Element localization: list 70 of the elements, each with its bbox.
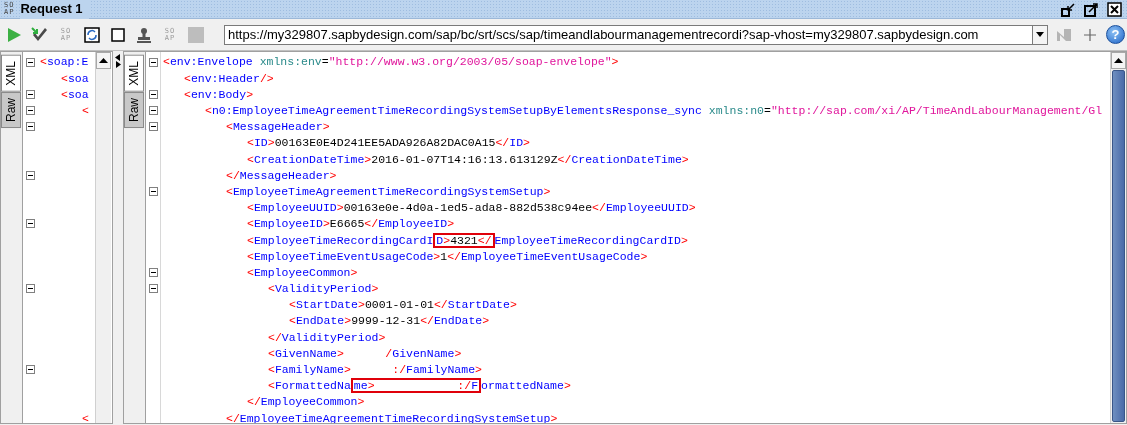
code-text: <soa (61, 70, 89, 87)
scrollbar[interactable] (1110, 52, 1126, 423)
scrollbar[interactable] (95, 52, 111, 423)
collapse-icon[interactable] (148, 57, 158, 67)
collapse-icon[interactable] (25, 106, 35, 116)
scrollbar-thumb[interactable] (1112, 70, 1125, 422)
side-tab[interactable]: XML (1, 55, 21, 92)
caret-icon[interactable] (1036, 32, 1044, 37)
collapse-icon[interactable] (148, 284, 158, 294)
code-text: < (82, 410, 89, 423)
scroll-up-button[interactable] (96, 52, 111, 69)
collapse-icon[interactable] (25, 122, 35, 132)
code-text: </EmployeeCommon> (247, 394, 365, 411)
code-text: ormattedName> (481, 378, 571, 395)
collapse-icon[interactable] (148, 268, 158, 278)
side-tab[interactable]: Raw (124, 91, 144, 128)
side-tab[interactable]: Raw (1, 91, 21, 128)
code-text: <EmployeeTimeAgreementTimeRecordingSystemSetup> (226, 183, 551, 200)
code-text: EmployeeTimeRecordingCardID> (494, 232, 688, 249)
code-text: <GivenName> /GivenName> (268, 345, 462, 362)
stamp-icon[interactable] (136, 26, 152, 43)
side-tab[interactable]: XML (124, 55, 144, 92)
code-text: <MessageHeader> (226, 119, 330, 136)
scroll-up-button[interactable] (1111, 52, 1126, 69)
code-text: </ValidityPeriod> (268, 329, 386, 346)
code-text: <EmployeeTimeEventUsageCode>1</EmployeeTimeEventUsageCode> (247, 248, 648, 265)
code-text: <EmployeeUUID>00163e0e-4d0a-1ed5-ada8-882d538c94ee</EmployeeUUID> (247, 200, 696, 217)
splitter-arrows-icon[interactable] (114, 54, 122, 68)
code-text: < (82, 103, 89, 120)
code-text: <EndDate>9999-12-31</EndDate> (289, 313, 490, 330)
code-text: <FamilyName> :/FamilyName> (268, 362, 482, 379)
collapse-icon[interactable] (25, 57, 35, 67)
check-icon[interactable] (31, 26, 49, 43)
refresh-icon[interactable] (84, 26, 100, 43)
code-text: <n0:EmployeeTimeAgreementTimeRecordingSystemSetupByElementsResponse_sync xmlns:n0="http://sap.com/xi/AP/TimeAndLabourManagement/Gl (205, 103, 1103, 120)
code-text: <EmployeeCommon> (247, 264, 358, 281)
code-text: <FormattedNa (268, 378, 351, 395)
code-text: <soap:E (40, 54, 89, 71)
code-text: <env:Body> (184, 86, 254, 103)
close-button[interactable] (1106, 0, 1123, 18)
code-text: </MessageHeader> (226, 167, 337, 184)
url-field[interactable]: https://my329807.sapbydesign.com/sap/bc/srt/scs/sap/timeandlabourmanagementrecordi?sap-vhost=my329807.sapbydesign.com (224, 24, 1033, 45)
code-text: <ID>00163E0E4D241EE5ADA926A82DAC0A15</ID> (247, 135, 530, 152)
collapse-icon[interactable] (148, 106, 158, 116)
maximize-button[interactable] (1083, 0, 1100, 18)
window-title: Request 1 (20, 0, 89, 19)
collapse-icon[interactable] (148, 187, 158, 197)
code-text: <EmployeeTimeRecordingCardI (247, 232, 434, 249)
arrow-up-icon[interactable] (99, 58, 108, 63)
code-text: <soa (61, 86, 89, 103)
checkbox-icon[interactable] (110, 26, 126, 43)
code-text: <EmployeeID>E6665</EmployeeID> (247, 216, 455, 233)
code-text: <StartDate>0001-01-01</StartDate> (289, 297, 517, 314)
collapse-icon[interactable] (148, 89, 158, 99)
highlighted-code: me> :/F (350, 378, 482, 394)
collapse-icon[interactable] (25, 89, 35, 99)
code-text: <env:Envelope xmlns:env="http://www.w3.org/2003/05/soap-envelope"> (163, 54, 619, 71)
collapse-icon[interactable] (25, 170, 35, 180)
code-text: </EmployeeTimeAgreementTimeRecordingSystemSetup> (226, 410, 558, 423)
collapse-icon[interactable] (25, 284, 35, 294)
code-text: <ValidityPeriod> (268, 281, 379, 298)
highlighted-code: D>4321</ (433, 232, 495, 248)
undock-button[interactable] (1060, 0, 1077, 18)
collapse-icon[interactable] (25, 365, 35, 375)
collapse-icon[interactable] (148, 122, 158, 132)
dropdown-button[interactable] (1033, 24, 1048, 45)
arrow-up-icon[interactable] (1114, 58, 1123, 63)
collapse-icon[interactable] (25, 219, 35, 229)
code-text: <env:Header/> (184, 70, 274, 87)
code-text: <CreationDateTime>2016-01-07T14:16:13.613129Z</CreationDateTime> (247, 151, 689, 168)
